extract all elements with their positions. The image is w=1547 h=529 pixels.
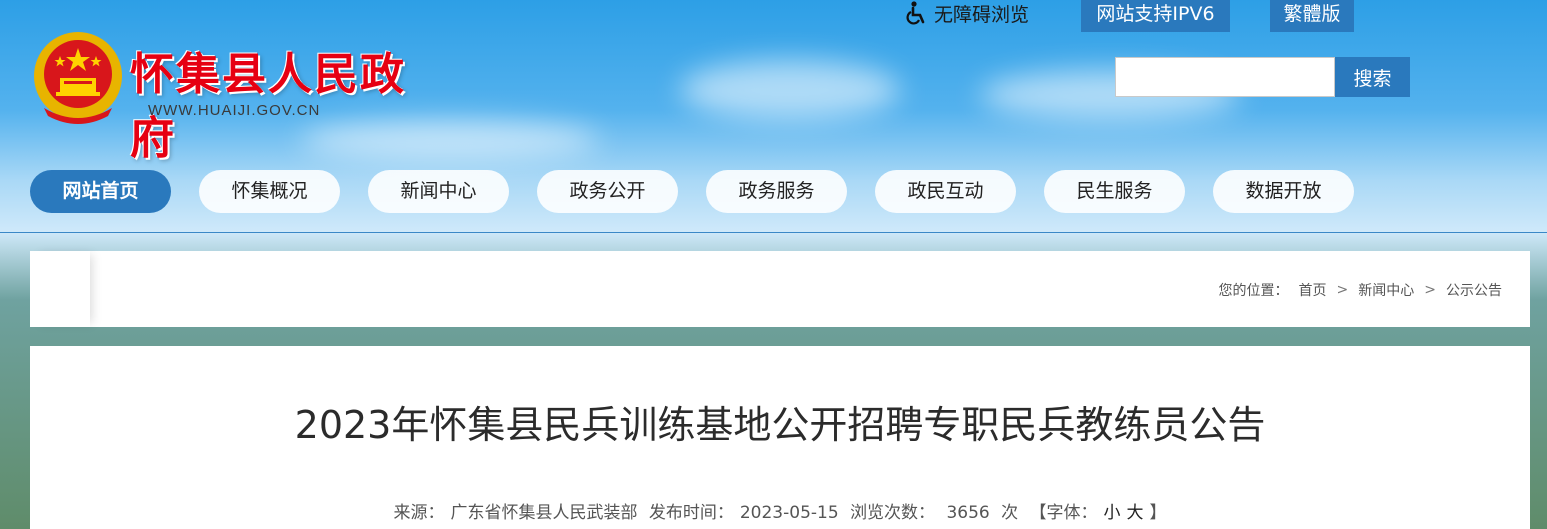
- views-unit: 次: [1001, 503, 1019, 523]
- nav-item-livelihood[interactable]: 民生服务: [1044, 170, 1185, 213]
- national-emblem-icon: [34, 32, 122, 124]
- font-large-button[interactable]: 大: [1127, 503, 1144, 523]
- article-title: 2023年怀集县民兵训练基地公开招聘专职民兵教练员公告: [294, 403, 1266, 447]
- font-small-button[interactable]: 小: [1104, 503, 1121, 523]
- accessibility-link[interactable]: 无障碍浏览: [906, 0, 1029, 26]
- nav-item-home[interactable]: 网站首页: [30, 170, 171, 213]
- article-panel: 2023年怀集县民兵训练基地公开招聘专职民兵教练员公告 来源： 广东省怀集县人民武…: [30, 346, 1530, 529]
- date-label: 发布时间：: [648, 503, 734, 523]
- breadcrumb-announcements[interactable]: 公示公告: [1446, 280, 1502, 300]
- ipv6-button[interactable]: 网站支持IPV6: [1081, 0, 1230, 32]
- main-nav: 网站首页 怀集概况 新闻中心 政务公开 政务服务 政民互动 民生服务 数据开放: [0, 170, 1547, 214]
- views-label: 浏览次数：: [850, 503, 936, 523]
- nav-divider: [0, 232, 1547, 233]
- search-box: 搜索: [1115, 57, 1410, 97]
- breadcrumb-separator: >: [1336, 282, 1349, 298]
- breadcrumb-bar: 您的位置： 首页 > 新闻中心 > 公示公告: [30, 251, 1530, 327]
- nav-item-gov-info[interactable]: 政务公开: [537, 170, 678, 213]
- breadcrumb-prefix: 您的位置：: [1218, 283, 1289, 299]
- search-button[interactable]: 搜索: [1335, 57, 1410, 97]
- nav-item-news[interactable]: 新闻中心: [368, 170, 509, 213]
- breadcrumb-tab: [30, 251, 90, 327]
- search-input[interactable]: [1115, 57, 1335, 97]
- article-meta: 来源： 广东省怀集县人民武装部 发布时间： 2023-05-15 浏览次数： 365…: [30, 498, 1530, 523]
- nav-item-interaction[interactable]: 政民互动: [875, 170, 1016, 213]
- nav-item-overview[interactable]: 怀集概况: [199, 170, 340, 213]
- cloud-decoration: [680, 60, 900, 120]
- traditional-chinese-button[interactable]: 繁體版: [1270, 0, 1354, 32]
- site-logo[interactable]: 怀集县人民政府 WWW.HUAIJI.GOV.CN: [30, 28, 450, 164]
- font-size-label: 【字体：: [1029, 503, 1098, 523]
- breadcrumb-separator: >: [1424, 282, 1436, 298]
- source-value: 广东省怀集县人民武装部: [450, 503, 638, 523]
- views-count: 3656: [946, 503, 990, 523]
- date-value: 2023-05-15: [739, 503, 839, 523]
- site-url: WWW.HUAIJI.GOV.CN: [148, 102, 321, 119]
- wheelchair-icon: [906, 1, 928, 25]
- nav-item-gov-services[interactable]: 政务服务: [706, 170, 847, 213]
- source-label: 来源：: [393, 503, 445, 523]
- nav-item-open-data[interactable]: 数据开放: [1213, 170, 1354, 213]
- breadcrumb-news[interactable]: 新闻中心: [1358, 280, 1414, 300]
- font-size-close: 】: [1149, 503, 1167, 523]
- breadcrumb-home[interactable]: 首页: [1299, 280, 1327, 300]
- accessibility-label: 无障碍浏览: [934, 3, 1030, 26]
- breadcrumb: 您的位置： 首页 > 新闻中心 > 公示公告: [1219, 280, 1502, 300]
